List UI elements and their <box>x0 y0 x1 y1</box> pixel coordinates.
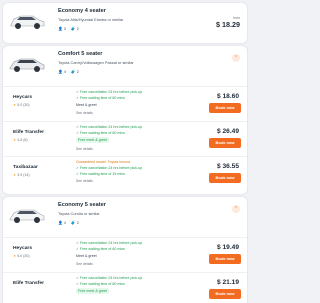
feature-text: Free waiting time of 15 mins <box>80 172 125 176</box>
supplier-name: Taxibazaar <box>13 165 38 170</box>
vehicle-category: Economy 4 seater <box>58 8 106 14</box>
vehicle-category: Economy 5 seater <box>58 202 106 208</box>
feature-text: Free waiting time of 60 mins <box>80 282 125 286</box>
feature-free-cancellation: ✓ Free cancellation 24 hrs before pick-u… <box>76 276 143 280</box>
bag-count: 2 <box>76 70 79 74</box>
feature-waiting-time: ✓ Free waiting time of 60 mins <box>76 247 125 251</box>
see-details-link[interactable]: See details <box>76 179 93 183</box>
car-image <box>10 15 45 29</box>
feature-waiting-time: ✓ Free waiting time of 60 mins <box>76 131 125 135</box>
feature-waiting-time: ✓ Free waiting time of 15 mins <box>76 172 125 176</box>
feature-text: Free cancellation 24 hrs before pick-up <box>80 125 143 129</box>
offer-price: $ 21.19 <box>217 279 239 286</box>
rating-value: 5.0 (30) <box>17 103 30 107</box>
passenger-count: 3 <box>63 27 66 31</box>
supplier-name: Heycars <box>13 95 33 100</box>
supplier-rating: ★ 4.5 (8) <box>13 138 28 142</box>
feature-meet-greet: Meet & greet <box>76 103 97 107</box>
vehicle-capacity: 👤 4 🧳 2 <box>58 69 79 74</box>
book-now-button[interactable]: Book now <box>209 138 241 148</box>
offer-row-heycars: Heycars ★ 5.0 (30) ✓ Free cancellation 2… <box>3 237 247 272</box>
feature-waiting-time: ✓ Free waiting time of 60 mins <box>76 96 125 100</box>
offer-price: $ 18.60 <box>217 93 239 100</box>
feature-free-cancellation: ✓ Free cancellation 24 hrs before pick-u… <box>76 241 143 245</box>
feature-guaranteed-model: Guaranteed model: Toyota Innova <box>76 160 131 164</box>
transfer-results: Economy 4 seater Toyota Altis/Hyundai El… <box>0 0 250 303</box>
vehicle-card-economy-4[interactable]: Economy 4 seater Toyota Altis/Hyundai El… <box>3 3 247 43</box>
chevron-up-icon[interactable]: ⌃ <box>232 54 240 62</box>
supplier-name: Heycars <box>13 246 33 251</box>
feature-text: Free cancellation 24 hrs before pick-up <box>80 276 143 280</box>
see-details-link[interactable]: See details <box>76 111 93 115</box>
supplier-rating: ★ 3.9 (14) <box>13 173 30 177</box>
supplier-name: Elife Transfer <box>13 130 44 135</box>
supplier-rating: ★ 5.0 (30) <box>13 254 30 258</box>
offer-price: $ 36.55 <box>217 163 239 170</box>
person-icon: 👤 <box>58 221 63 225</box>
offer-row-taxibazaar: Taxibazaar ★ 3.9 (14) Guaranteed model: … <box>3 156 247 194</box>
rating-value: 3.9 (14) <box>17 173 30 177</box>
book-now-button[interactable]: Book now <box>209 173 241 183</box>
supplier-name: Elife Transfer <box>13 281 44 286</box>
vehicle-header[interactable]: Economy 5 seater Toyota Corolla or simil… <box>3 197 247 237</box>
feature-text: Free waiting time of 60 mins <box>80 96 125 100</box>
vehicle-header[interactable]: Economy 4 seater Toyota Altis/Hyundai El… <box>3 3 247 43</box>
feature-text: Free waiting time of 60 mins <box>80 247 125 251</box>
book-now-button[interactable]: Book now <box>209 103 241 113</box>
feature-free-cancellation: ✓ Free cancellation 24 hrs before pick-u… <box>76 90 143 94</box>
feature-free-cancellation: ✓ Free cancellation 24 hrs before pick-u… <box>76 166 143 170</box>
feature-text: Free cancellation 24 hrs before pick-up <box>80 166 143 170</box>
from-price: from $ 18.29 <box>216 16 240 29</box>
feature-free-cancellation: ✓ Free cancellation 24 hrs before pick-u… <box>76 125 143 129</box>
bag-count: 2 <box>76 221 79 225</box>
feature-text: Free cancellation 24 hrs before pick-up <box>80 90 143 94</box>
rating-value: 5.0 (30) <box>17 254 30 258</box>
luggage-icon: 🧳 <box>70 70 76 74</box>
supplier-rating: ★ 5.0 (30) <box>13 103 30 107</box>
passenger-count: 4 <box>63 70 66 74</box>
vehicle-model: Toyota Camry/Volkswagen Passat or simila… <box>58 60 134 65</box>
vehicle-capacity: 👤 3 🧳 2 <box>58 26 79 31</box>
vehicle-category: Comfort 5 seater <box>58 51 103 57</box>
vehicle-capacity: 👤 4 🧳 2 <box>58 220 79 225</box>
vehicle-header[interactable]: Comfort 5 seater Toyota Camry/Volkswagen… <box>3 46 247 86</box>
rating-value: 4.5 (8) <box>17 138 28 142</box>
offer-price: $ 19.49 <box>217 244 239 251</box>
person-icon: 👤 <box>58 70 63 74</box>
offer-row-elife-transfer: Elife Transfer ✓ Free cancellation 24 hr… <box>3 272 247 303</box>
vehicle-model: Toyota Corolla or similar <box>58 211 100 216</box>
from-price-amount: $ 18.29 <box>216 20 240 29</box>
feature-waiting-time: ✓ Free waiting time of 60 mins <box>76 282 125 286</box>
offer-row-heycars: Heycars ★ 5.0 (30) ✓ Free cancellation 2… <box>3 86 247 121</box>
free-meet-greet-badge: Free meet & greet <box>76 137 109 143</box>
passenger-count: 4 <box>63 221 66 225</box>
luggage-icon: 🧳 <box>70 221 76 225</box>
vehicle-model: Toyota Altis/Hyundai Elantra or similar <box>58 17 124 22</box>
offer-row-elife-transfer: Elife Transfer ★ 4.5 (8) ✓ Free cancella… <box>3 121 247 156</box>
feature-text: Free waiting time of 60 mins <box>80 131 125 135</box>
book-now-button[interactable]: Book now <box>209 254 241 264</box>
bag-count: 2 <box>76 27 79 31</box>
vehicle-card-economy-5: Economy 5 seater Toyota Corolla or simil… <box>3 197 247 303</box>
see-details-link[interactable]: See details <box>76 147 93 151</box>
vehicle-card-comfort-5: Comfort 5 seater Toyota Camry/Volkswagen… <box>3 46 247 194</box>
book-now-button[interactable]: Book now <box>209 289 241 299</box>
offer-price: $ 26.49 <box>217 128 239 135</box>
feature-text: Free cancellation 24 hrs before pick-up <box>80 241 143 245</box>
see-details-link[interactable]: See details <box>76 262 93 266</box>
free-meet-greet-badge: Free meet & greet <box>76 288 109 294</box>
person-icon: 👤 <box>58 27 63 31</box>
luggage-icon: 🧳 <box>70 27 76 31</box>
chevron-up-icon[interactable]: ⌃ <box>232 205 240 213</box>
car-image <box>9 58 45 72</box>
car-image <box>9 209 45 223</box>
feature-meet-greet: Meet & greet <box>76 254 97 258</box>
